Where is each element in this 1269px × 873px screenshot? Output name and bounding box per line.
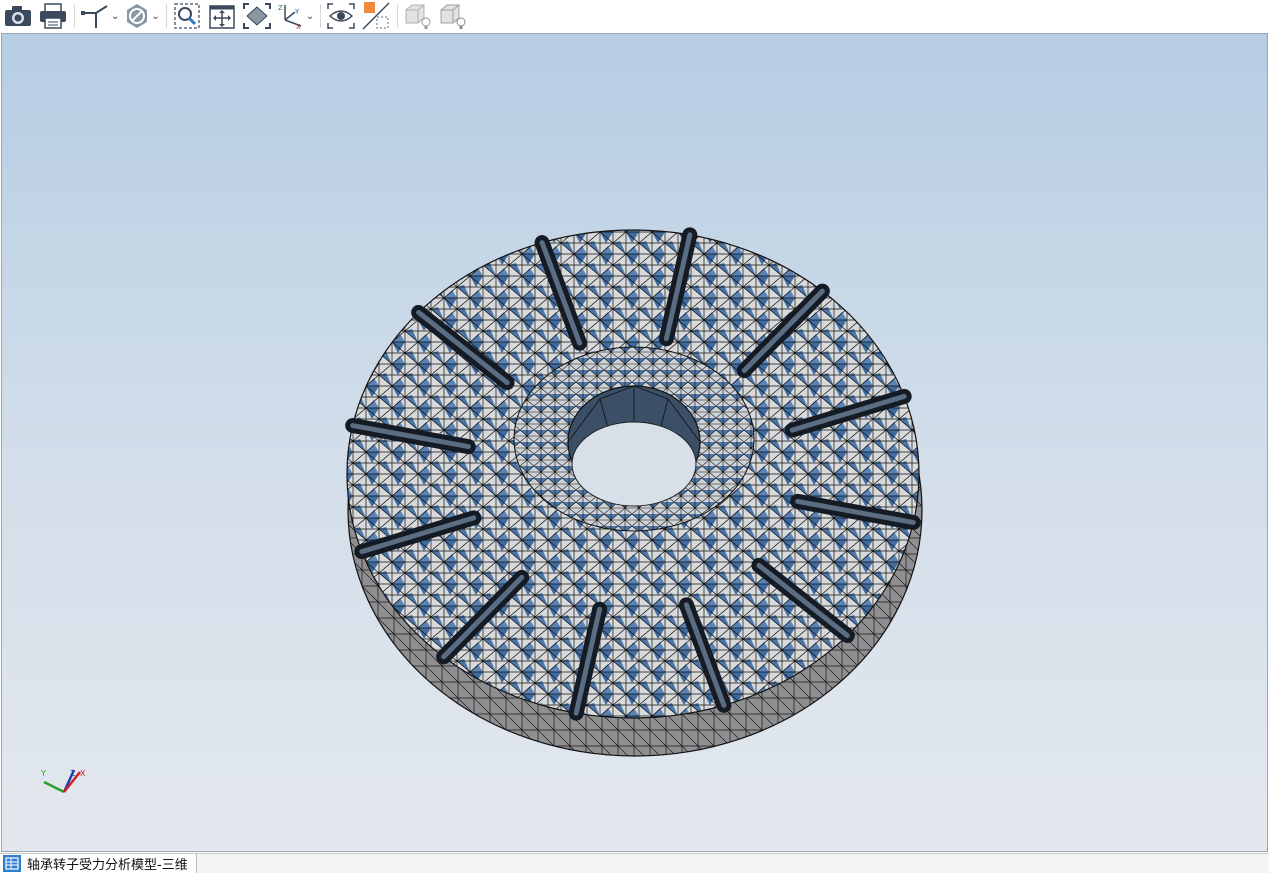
visibility-button[interactable] [326, 2, 356, 30]
chevron-down-icon: ⌄ [305, 10, 315, 22]
screenshot-button[interactable] [3, 2, 33, 30]
svg-text:Z: Z [278, 4, 283, 12]
eye-view-icon [327, 3, 355, 29]
status-bar: 轴承转子受力分析模型-三维 [0, 853, 1269, 873]
fit-view-icon [242, 3, 271, 29]
print-icon [40, 3, 66, 29]
model-document-icon [3, 855, 21, 872]
rotor-bore-hole [571, 421, 697, 507]
triad-y-label: Y [40, 769, 46, 778]
view-orientation-button[interactable]: Z Y X ⌄ [277, 2, 314, 30]
zoom-window-button[interactable] [172, 2, 202, 30]
rotor-mesh-model[interactable] [2, 34, 1268, 852]
section-plane-icon [362, 2, 390, 30]
triad-x-label: X [80, 769, 86, 778]
light-button-1[interactable] [403, 2, 433, 30]
light-icon [440, 4, 466, 29]
document-tab-label: 轴承转子受力分析模型-三维 [27, 858, 188, 873]
chevron-down-icon: ⌄ [151, 10, 160, 22]
light-icon [405, 4, 431, 29]
toolbar-separator [74, 4, 75, 28]
axis-triad-icon [81, 5, 108, 28]
chevron-down-icon: ⌄ [111, 10, 120, 22]
triad-z-label: Z [70, 769, 76, 778]
svg-text:X: X [296, 23, 301, 30]
pan-icon [209, 5, 235, 29]
toolbar-separator [165, 4, 167, 28]
light-button-2[interactable] [438, 2, 468, 30]
fit-view-button[interactable] [242, 2, 272, 30]
3d-viewport[interactable]: Y Z X [1, 33, 1268, 852]
view-orientation-icon: Z Y X [278, 4, 302, 30]
clip-button[interactable]: ⌄ [124, 2, 160, 30]
toolbar: ⌄ ⌄ Z Y X ⌄ [0, 0, 1269, 32]
print-button[interactable] [38, 2, 68, 30]
zoom-window-icon [174, 3, 200, 29]
toolbar-separator [397, 4, 399, 28]
clip-disable-icon [127, 4, 148, 28]
pan-button[interactable] [207, 2, 237, 30]
svg-text:Y: Y [294, 8, 300, 16]
triad-display-button[interactable]: ⌄ [80, 2, 119, 30]
camera-icon [5, 6, 31, 26]
document-tab[interactable]: 轴承转子受力分析模型-三维 [0, 854, 197, 873]
axis-triad: Y Z X [40, 769, 86, 794]
toolbar-separator [320, 4, 322, 28]
section-view-button[interactable] [361, 2, 391, 30]
